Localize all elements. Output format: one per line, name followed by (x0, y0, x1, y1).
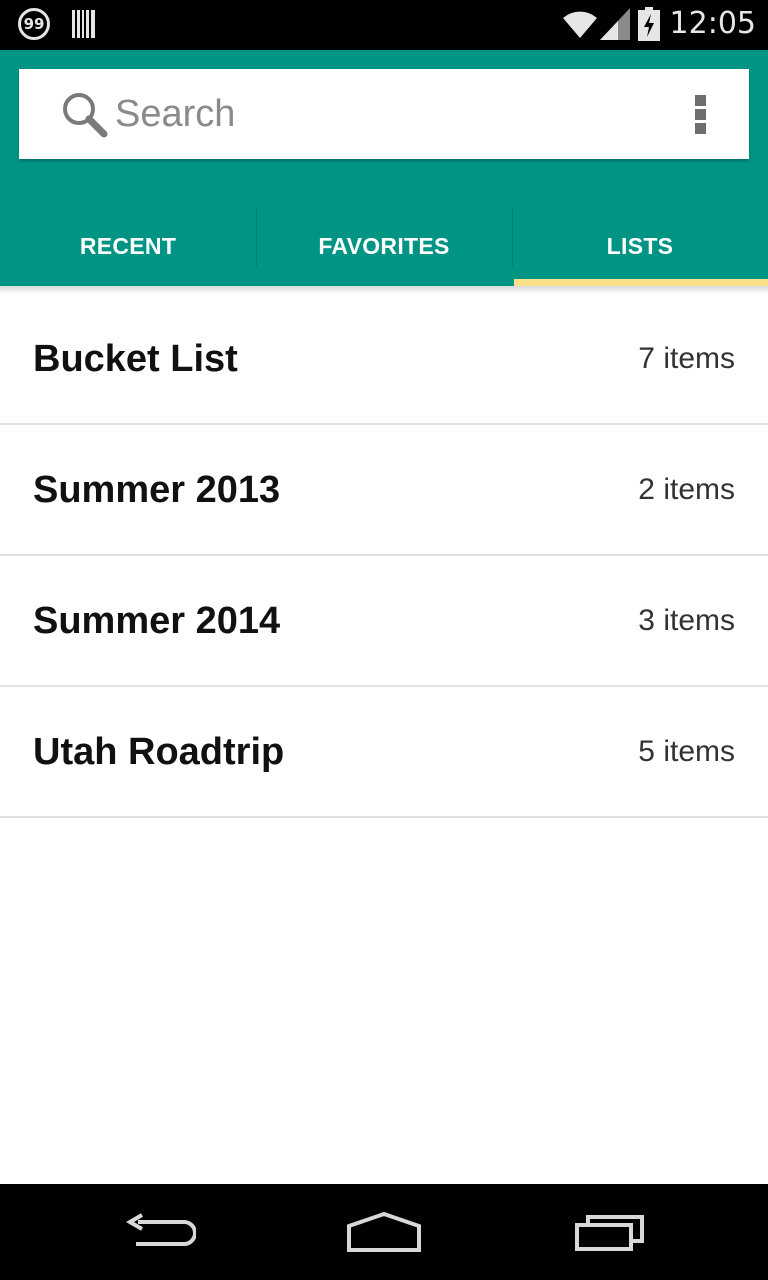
list-item-title: Summer 2014 (33, 600, 281, 642)
tab-label: RECENT (79, 232, 177, 259)
tab-divider (512, 206, 513, 268)
back-icon[interactable] (124, 1212, 196, 1252)
tab-bar: RECENT FAVORITES LISTS (0, 206, 768, 286)
list-item[interactable]: Summer 2013 2 items (0, 425, 768, 556)
recents-icon[interactable] (574, 1212, 646, 1254)
list-item-count: 7 items (638, 342, 735, 375)
search-bar[interactable]: Search (19, 69, 749, 159)
tab-recent[interactable]: RECENT (0, 206, 256, 286)
app-bar-shadow (0, 286, 768, 294)
notification-99-icon: 99 (18, 8, 50, 40)
wifi-icon (562, 11, 597, 38)
tab-divider (256, 206, 257, 268)
battery-icon (637, 6, 660, 41)
notification-badge-count: 99 (23, 15, 45, 33)
navigation-bar (0, 1184, 768, 1280)
tab-lists[interactable]: LISTS (512, 206, 768, 286)
barcode-icon (72, 10, 95, 38)
list-item-title: Summer 2013 (33, 469, 281, 511)
tab-label: LISTS (606, 232, 674, 259)
status-time: 12:05 (669, 6, 756, 41)
list-item-title: Utah Roadtrip (33, 731, 285, 773)
signal-icon (599, 7, 630, 40)
tab-favorites[interactable]: FAVORITES (256, 206, 512, 286)
overflow-menu-icon[interactable] (695, 95, 707, 135)
search-input[interactable]: Search (115, 93, 235, 136)
selected-tab-indicator (514, 279, 768, 286)
list-item[interactable]: Bucket List 7 items (0, 294, 768, 425)
list-item-title: Bucket List (33, 338, 238, 380)
list-item-count: 3 items (638, 604, 735, 637)
search-icon[interactable] (61, 91, 109, 139)
status-bar: 99 12:05 (0, 0, 768, 50)
list-item[interactable]: Utah Roadtrip 5 items (0, 687, 768, 818)
tab-label: FAVORITES (318, 232, 450, 259)
list-item-count: 2 items (638, 473, 735, 506)
app-bar: Search RECENT FAVORITES LISTS (0, 50, 768, 286)
list-item[interactable]: Summer 2014 3 items (0, 556, 768, 687)
list-item-count: 5 items (638, 735, 735, 768)
home-icon[interactable] (346, 1212, 422, 1254)
lists-list: Bucket List 7 items Summer 2013 2 items … (0, 294, 768, 818)
